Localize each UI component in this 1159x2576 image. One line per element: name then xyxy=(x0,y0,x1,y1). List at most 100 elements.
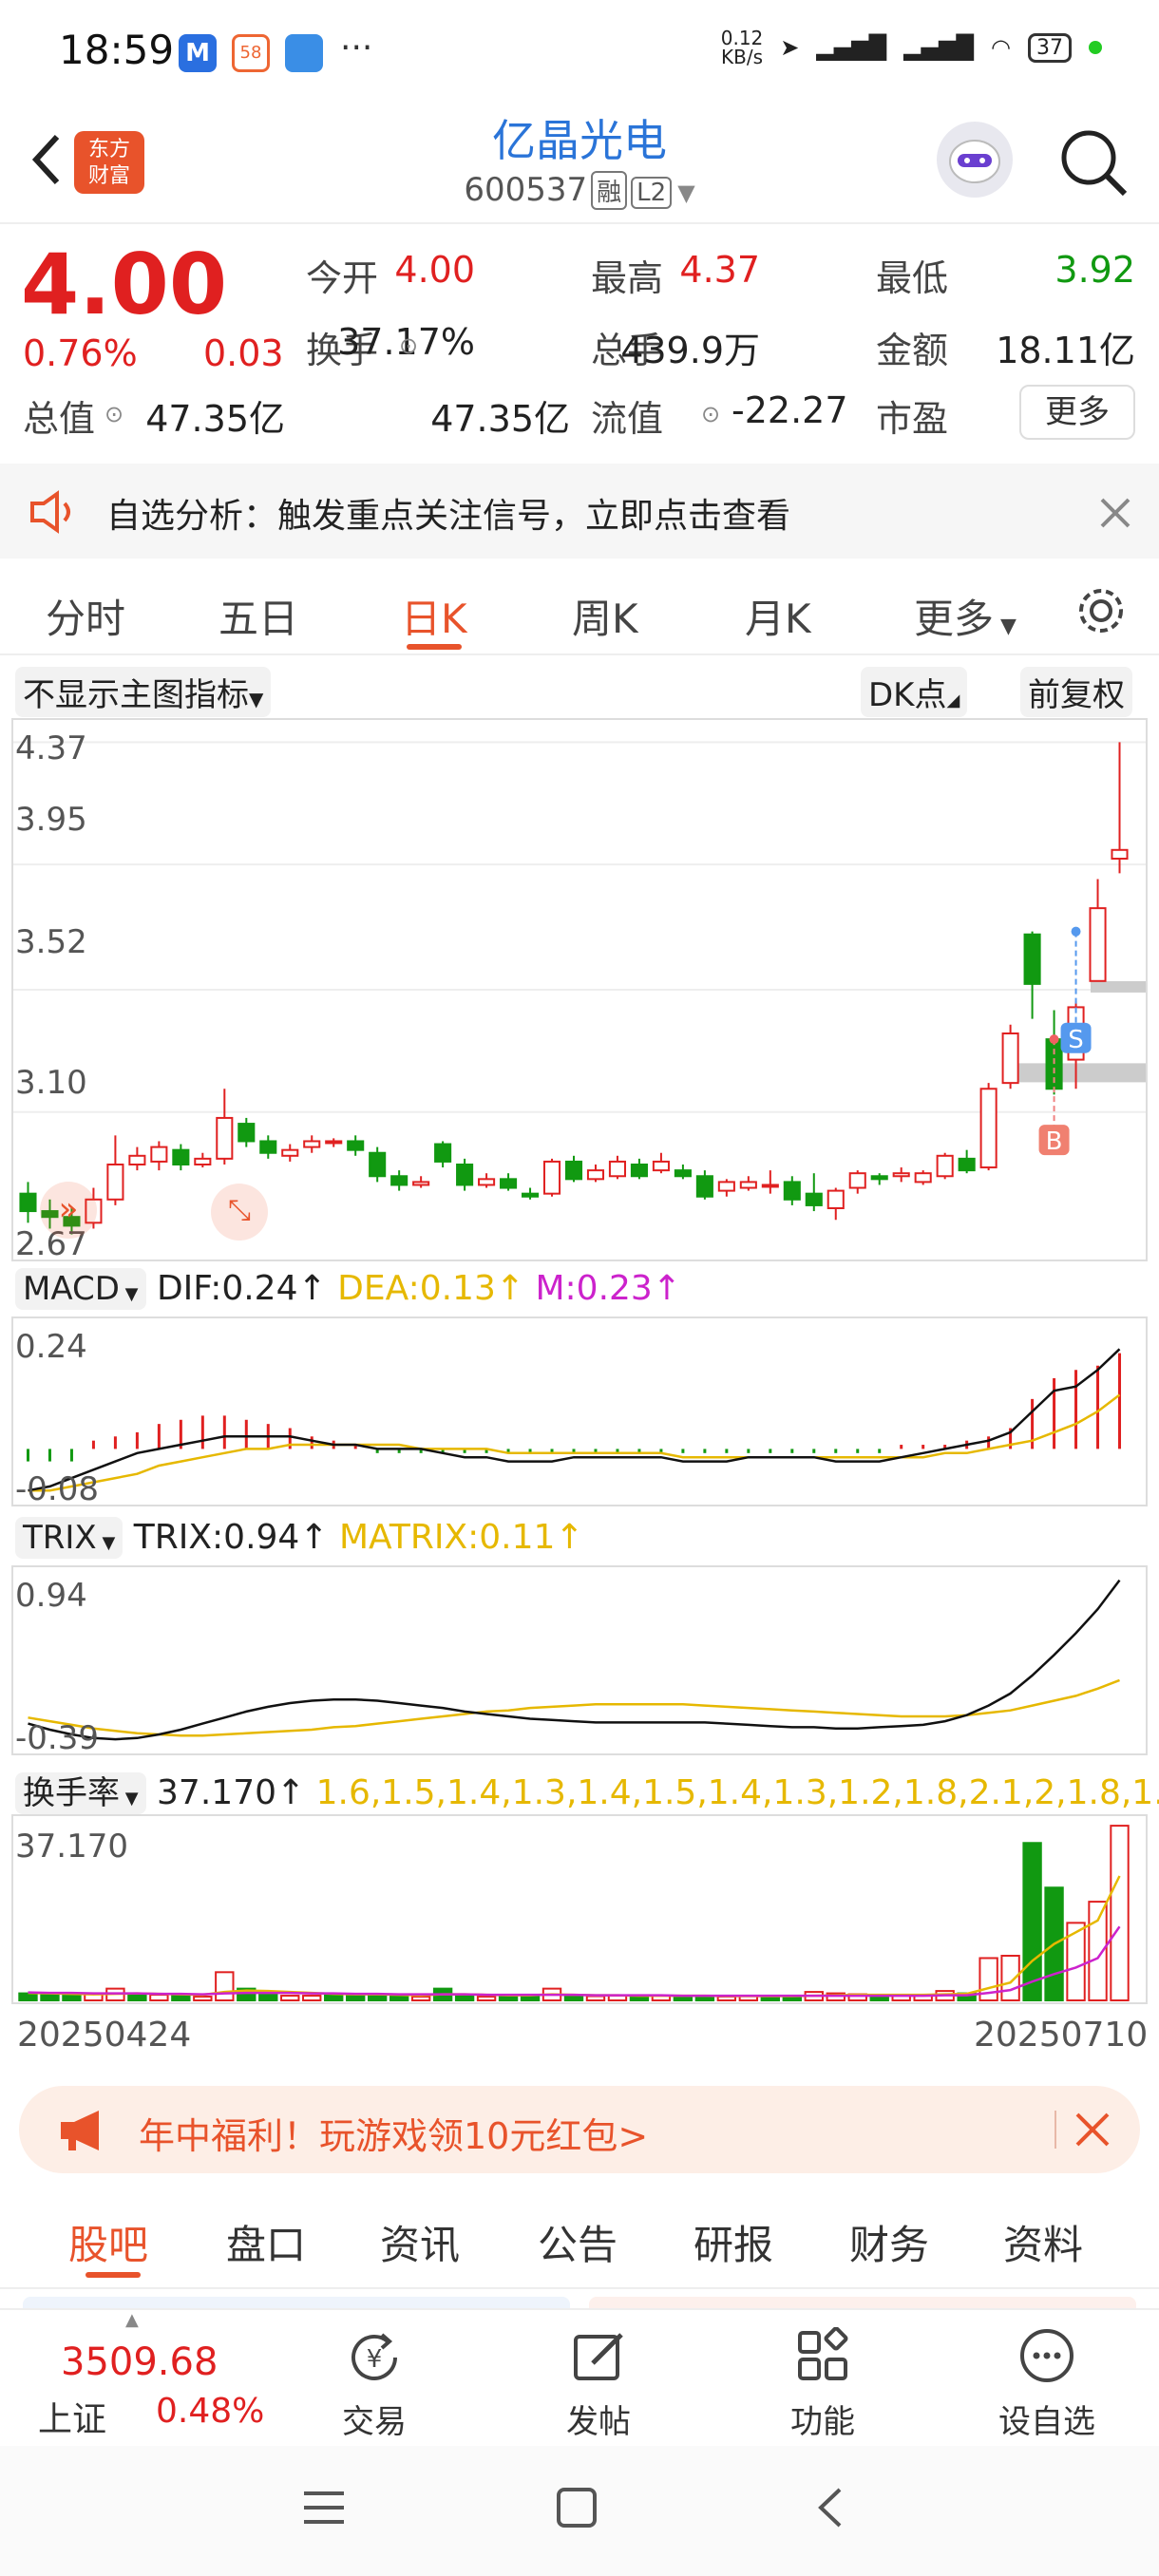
y-tick-0: 4.37 xyxy=(15,729,87,767)
indicator-label: 不显示主图指标 xyxy=(23,676,249,714)
candle-body xyxy=(456,1164,474,1186)
buy-marker-label: B xyxy=(1046,1127,1063,1156)
arrow-up-icon: ↑ xyxy=(297,1269,338,1308)
post-button[interactable]: 发帖 xyxy=(532,2310,665,2443)
tab-profile[interactable]: 资料 xyxy=(1003,2213,1083,2271)
turnover-y-tick-0: 37.170 xyxy=(15,1828,128,1866)
adjust-button[interactable]: 前复权 xyxy=(1020,667,1132,717)
candle-body xyxy=(936,1154,954,1178)
tab-monthly-k[interactable]: 月K xyxy=(745,587,811,645)
candle-body xyxy=(914,1172,932,1184)
indicator-selector[interactable]: 不显示主图指标▼ xyxy=(15,667,272,717)
index-widget[interactable]: ▲ 3509.68 上证 0.48% xyxy=(19,2310,266,2443)
index-change: 0.48% xyxy=(156,2392,265,2431)
stock-code: 600537 xyxy=(464,171,588,209)
add-watchlist-button[interactable]: 设自选 xyxy=(980,2310,1113,2443)
macd-header: MACD ▼ DIF:0.24↑ DEA:0.13↑ M:0.23↑ xyxy=(15,1268,681,1310)
turnover-bar xyxy=(40,1994,60,2001)
trix-chart-frame[interactable] xyxy=(11,1565,1148,1755)
kline-chart[interactable]: BS xyxy=(13,720,1146,1260)
macd-dea: DEA:0.13 xyxy=(337,1269,496,1308)
tab-announcements[interactable]: 公告 xyxy=(538,2213,618,2271)
candle-body xyxy=(848,1172,866,1189)
candle-body xyxy=(1089,907,1107,982)
arrow-up-icon: ↑ xyxy=(299,1518,339,1557)
promo-banner[interactable]: 年中福利！玩游戏领10元红包> xyxy=(19,2086,1140,2173)
candle-body xyxy=(325,1140,343,1145)
close-icon[interactable] xyxy=(1098,496,1132,530)
back-icon[interactable] xyxy=(809,2486,853,2529)
tab-more[interactable]: 更多 ▼ xyxy=(914,587,1016,645)
tab-news[interactable]: 资讯 xyxy=(380,2213,460,2271)
candle-body xyxy=(761,1184,779,1188)
function-button[interactable]: 功能 xyxy=(756,2310,889,2443)
active-tab-indicator xyxy=(86,2272,141,2278)
quote-value-7: 47.35亿 xyxy=(430,398,570,440)
macd-chart[interactable] xyxy=(13,1318,1146,1505)
trix-selector[interactable]: TRIX ▼ xyxy=(15,1517,124,1559)
dropdown-icon: ▼ xyxy=(119,1284,139,1304)
candle-body xyxy=(892,1172,910,1178)
notice-bar[interactable]: 自选分析：触发重点关注信号，立即点击查看 xyxy=(0,464,1159,559)
settings-icon[interactable] xyxy=(1074,583,1129,638)
candle-body xyxy=(238,1123,256,1143)
turnover-bar xyxy=(520,1996,541,2001)
turnover-value: 37.170 xyxy=(157,1773,276,1812)
collapse-left-icon[interactable]: » xyxy=(40,1182,97,1239)
tab-finance[interactable]: 财务 xyxy=(849,2213,929,2271)
search-button[interactable] xyxy=(1056,125,1132,201)
tab-guba[interactable]: 股吧 xyxy=(68,2213,148,2271)
turnover-bar xyxy=(1110,1825,1130,2001)
tab-weekly-k[interactable]: 周K xyxy=(572,587,638,645)
grid-function-icon xyxy=(798,2327,848,2380)
green-dot-icon xyxy=(1089,41,1102,54)
tab-pankou[interactable]: 盘口 xyxy=(226,2213,306,2271)
tab-intraday[interactable]: 分时 xyxy=(46,587,125,645)
menu-icon[interactable] xyxy=(302,2486,346,2529)
trade-button[interactable]: ¥ 交易 xyxy=(308,2310,441,2443)
more-button[interactable]: 更多 xyxy=(1019,385,1135,440)
close-icon[interactable] xyxy=(1074,2111,1112,2149)
expand-icon[interactable]: ⤡ xyxy=(211,1184,268,1241)
robot-avatar[interactable] xyxy=(937,122,1013,198)
turnover-chart[interactable] xyxy=(13,1816,1146,2002)
candle-body xyxy=(172,1148,190,1165)
dk-point-button[interactable]: DK点◢ xyxy=(861,667,968,717)
home-icon[interactable] xyxy=(555,2486,598,2529)
notice-text: 自选分析：触发重点关注信号，立即点击查看 xyxy=(106,497,791,536)
resistance-band xyxy=(1091,980,1146,993)
tab-daily-k[interactable]: 日K xyxy=(401,587,467,645)
quote-value-4: 439.9万 xyxy=(620,330,760,371)
info-icon[interactable]: ⊙ xyxy=(701,401,720,427)
candle-body xyxy=(412,1181,430,1186)
kline-chart-frame[interactable]: BS xyxy=(11,718,1148,1261)
info-icon[interactable]: ⊙ xyxy=(104,401,124,427)
arrow-up-icon: ↑ xyxy=(555,1518,584,1557)
turnover-header: 换手率 ▼ 37.170↑ 1.6,1.5,1.4,1.3,1.4,1.5,1.… xyxy=(15,1767,1159,1814)
macd-y-tick-1: -0.08 xyxy=(15,1470,99,1508)
x-end-date: 20250710 xyxy=(974,2016,1149,2055)
macd-chart-frame[interactable] xyxy=(11,1316,1148,1506)
turnover-bar xyxy=(346,1995,366,2001)
quote-value-1: 4.37 xyxy=(679,249,760,291)
macd-selector[interactable]: MACD ▼ xyxy=(15,1268,146,1310)
candle-body xyxy=(128,1154,146,1165)
margin-tag: 融 xyxy=(591,171,628,210)
tab-five-day[interactable]: 五日 xyxy=(218,587,298,645)
turnover-bar xyxy=(171,1995,191,2001)
wifi-icon: ◠ xyxy=(991,34,1011,61)
megaphone-icon xyxy=(61,2111,99,2150)
turnover-selector[interactable]: 换手率 ▼ xyxy=(15,1772,146,1814)
candle-body xyxy=(586,1169,605,1181)
trix-chart[interactable] xyxy=(13,1567,1146,1753)
x-start-date: 20250424 xyxy=(17,2016,192,2055)
tab-research[interactable]: 研报 xyxy=(694,2213,773,2271)
candle-body xyxy=(194,1157,212,1166)
search-icon xyxy=(1061,130,1128,197)
content-tabs: 股吧 盘口 资讯 公告 研报 财务 资料 xyxy=(0,2185,1159,2289)
turnover-chart-frame[interactable] xyxy=(11,1814,1148,2004)
header-divider xyxy=(0,222,1159,224)
app58-notification-icon: 58 xyxy=(232,34,270,72)
info-icon[interactable]: ⊙ xyxy=(399,332,418,359)
turnover-bar xyxy=(585,1995,606,2001)
